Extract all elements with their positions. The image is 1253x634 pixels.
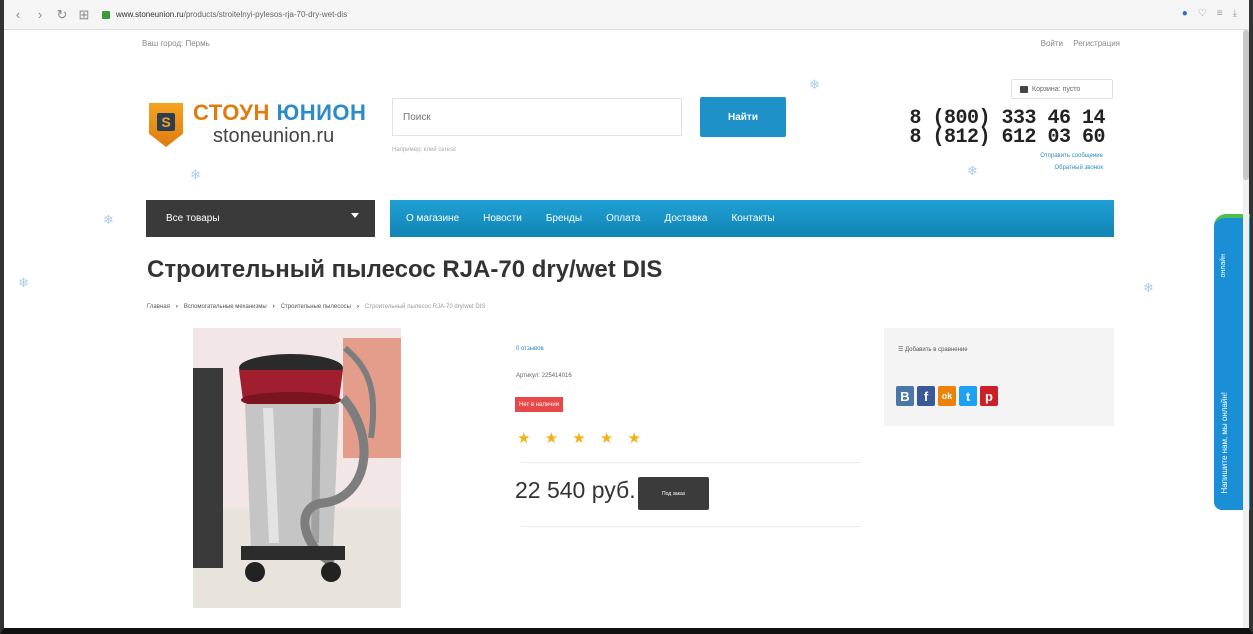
snowflake-icon: ❄ [18, 275, 29, 290]
search-hint: Например: клей ceresit [392, 147, 456, 153]
breadcrumb-item[interactable]: Вспомогательные механизмы [184, 304, 267, 310]
grid-icon[interactable]: ⊞ [76, 7, 92, 23]
pinterest-share-icon[interactable]: p [980, 386, 998, 406]
download-icon[interactable]: ⤓ [1233, 8, 1237, 19]
extension-icon[interactable]: ● [1182, 8, 1188, 19]
back-icon[interactable]: ‹ [10, 7, 26, 23]
reload-icon[interactable]: ↻ [54, 7, 70, 23]
login-link[interactable]: Войти [1041, 39, 1063, 48]
article-number: Артикул: 225414016 [516, 373, 572, 379]
page-title: Строительный пылесос RJA-70 dry/wet DIS [147, 256, 663, 283]
browser-toolbar: ‹ › ↻ ⊞ www.stoneunion.ru/products/stroi… [4, 0, 1249, 30]
scrollbar[interactable] [1243, 30, 1249, 628]
cart-button[interactable]: Корзина: пусто [1011, 79, 1113, 99]
breadcrumb-item[interactable]: Строительные пылесосы [281, 304, 351, 310]
nav-item-brands[interactable]: Бренды [546, 213, 582, 224]
logo-domain: stoneunion.ru [213, 125, 335, 147]
site-topline: Ваш город: Пермь Войти Регистрация [142, 39, 1120, 53]
logo-letter: S [157, 113, 175, 131]
chat-label: Напишите нам, мы онлайн! [1220, 392, 1229, 494]
logo-icon[interactable]: S [149, 103, 185, 147]
price: 22 540 руб. [515, 477, 636, 503]
product-image[interactable] [193, 328, 401, 608]
logo-name[interactable]: СТОУН ЮНИОН [193, 100, 366, 126]
chat-status: онлайн [1220, 254, 1227, 278]
breadcrumb-current: Строительный пылесос RJA-70 dry/wet DIS [365, 304, 486, 310]
search-input[interactable] [392, 98, 682, 136]
reviews-link[interactable]: 0 отзывов [516, 346, 544, 352]
snowflake-icon: ❄ [103, 212, 114, 227]
stock-badge: Нет в наличии [515, 397, 564, 412]
catalog-dropdown[interactable]: Все товары [146, 200, 375, 237]
nav-item-delivery[interactable]: Доставка [664, 213, 707, 224]
vacuum-cleaner-image [193, 328, 401, 608]
city-selector[interactable]: Ваш город: Пермь [142, 39, 210, 48]
bookmark-icon[interactable]: ♡ [1198, 8, 1207, 19]
catalog-label: Все товары [166, 213, 220, 224]
url-path: /products/stroitelnyi-pylesos-rja-70-dry… [183, 10, 348, 19]
facebook-share-icon[interactable]: f [917, 386, 935, 406]
search-button[interactable]: Найти [700, 97, 786, 137]
breadcrumb-separator: › [272, 304, 275, 310]
add-to-compare-link[interactable]: ☰ Добавить в сравнение [898, 346, 968, 353]
breadcrumb: Главная › Вспомогательные механизмы › Ст… [147, 304, 485, 310]
nav-item-payment[interactable]: Оплата [606, 213, 640, 224]
snowflake-icon: ❄ [190, 167, 201, 182]
order-button[interactable]: Под заказ [638, 477, 709, 510]
compare-share-panel: ☰ Добавить в сравнение В f ok t p [884, 328, 1114, 426]
rating-stars[interactable]: ★ ★ ★ ★ ★ [517, 429, 646, 447]
cart-icon [1020, 85, 1028, 93]
odnoklassniki-share-icon[interactable]: ok [938, 386, 956, 406]
snowflake-icon: ❄ [809, 77, 820, 92]
address-bar[interactable]: www.stoneunion.ru/products/stroitelnyi-p… [116, 10, 347, 19]
menu-icon[interactable]: ≡ [1217, 8, 1223, 19]
lock-icon [102, 10, 110, 19]
logo-name-part2: ЮНИОН [276, 100, 367, 125]
send-message-link[interactable]: Отправить сообщение [1040, 153, 1103, 159]
twitter-share-icon[interactable]: t [959, 386, 977, 406]
scrollbar-thumb[interactable] [1243, 30, 1249, 180]
url-domain: www.stoneunion.ru [116, 10, 184, 19]
breadcrumb-item[interactable]: Главная [147, 304, 170, 310]
vk-share-icon[interactable]: В [896, 386, 914, 406]
breadcrumb-separator: › [357, 304, 359, 310]
callback-link[interactable]: Обратный звонок [1054, 165, 1103, 171]
phone-secondary[interactable]: 8 (812) 612 03 60 [909, 126, 1105, 149]
nav-item-contacts[interactable]: Контакты [731, 213, 774, 224]
breadcrumb-separator: › [175, 304, 178, 310]
cart-label: Корзина: пусто [1032, 85, 1081, 93]
forward-icon[interactable]: › [32, 7, 48, 23]
register-link[interactable]: Регистрация [1073, 39, 1120, 48]
nav-item-news[interactable]: Новости [483, 213, 522, 224]
main-nav: О магазине Новости Бренды Оплата Доставк… [390, 200, 1114, 237]
snowflake-icon: ❄ [1143, 280, 1154, 295]
browser-actions: ● ♡ ≡ ⤓ [1182, 8, 1237, 19]
screen: ‹ › ↻ ⊞ www.stoneunion.ru/products/stroi… [0, 0, 1253, 634]
logo-name-part1: СТОУН [193, 100, 270, 125]
snowflake-icon: ❄ [967, 163, 978, 178]
share-buttons: В f ok t p [896, 386, 998, 406]
divider [521, 462, 861, 463]
chevron-down-icon [351, 213, 359, 218]
nav-item-about[interactable]: О магазине [406, 213, 459, 224]
divider [521, 526, 861, 527]
